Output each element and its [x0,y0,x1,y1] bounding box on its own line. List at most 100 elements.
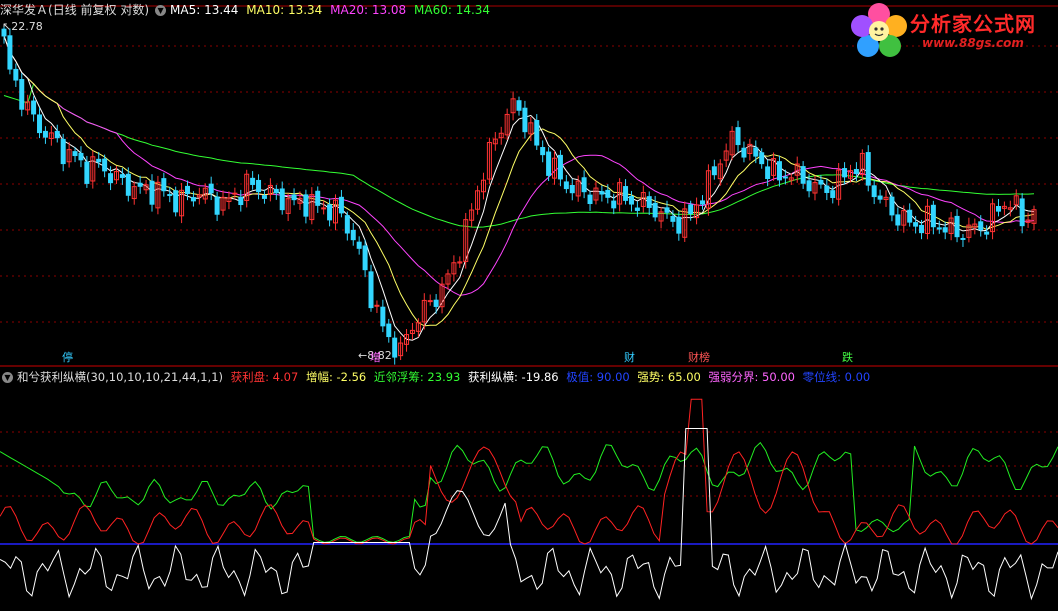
event-marker-halt[interactable]: 停 [60,351,75,365]
candle-body [557,154,563,180]
candle-body [942,227,948,233]
candle-body [31,100,37,115]
candle-body [818,179,824,185]
ma5-line [3,35,1035,341]
candle-body [676,216,682,234]
event-marker-finance[interactable]: 财 [622,351,637,365]
candle-body [984,231,990,235]
candle-body [214,196,220,215]
candle-body [889,196,895,216]
indicator-red-line [0,398,1058,545]
peak-value: 极值: 90.00 [566,370,630,384]
event-marker-drop[interactable]: 跌 [840,351,855,365]
candle-body [741,147,747,158]
indicator-dropdown-icon[interactable]: ▼ [2,372,13,383]
float-value: 近邻浮筹: 23.93 [373,370,461,384]
candle-body [356,241,362,249]
candle-body [711,166,717,176]
candle-body [392,337,398,358]
flower-logo-icon [851,3,907,57]
candle-body [102,158,108,172]
candle-body [688,204,694,215]
candle-body [540,147,546,156]
candle-body [759,152,765,165]
candle-body [646,196,652,208]
stock-name: 深华发Ａ [0,3,49,17]
candle-body [119,174,125,178]
candle-body [634,207,640,211]
candle-body [842,168,848,178]
candle-body [830,190,836,198]
ma20-path [3,35,1035,296]
candle-body [623,186,629,201]
candle-body [161,178,167,192]
high-price-label: ↖22.78 [2,20,43,33]
candle-body [960,237,966,240]
candle-body [516,100,522,111]
candle-body [250,177,256,185]
candle-body [806,180,812,192]
candle-body [581,177,587,193]
dropdown-icon[interactable]: ▼ [155,5,167,16]
candle-body [776,161,782,181]
candle-body [913,222,919,227]
logo-url: www.88gs.com [922,36,1024,50]
candle-body [1019,198,1025,227]
candle-body [19,79,25,110]
candle-body [42,130,48,138]
candle-body [865,152,871,186]
candle-body [735,127,741,146]
candle-body [652,202,658,218]
candle-body [919,224,925,234]
candle-body [782,176,788,179]
candle-body [185,185,191,195]
ma5-path [3,35,1035,341]
candle-body [605,189,611,198]
candle-body [628,195,634,205]
candle-body [871,185,877,198]
candle-body [238,196,244,206]
candle-body [522,107,528,133]
candle-body [386,323,392,338]
ma60-value: MA60: 14.34 [414,3,491,17]
boundary-value: 强弱分界: 50.00 [708,370,795,384]
candle-body [256,179,262,193]
candle-body [563,181,569,190]
site-logo: 分析家公式网 www.88gs.com [850,2,1050,60]
red-path [0,398,1058,545]
candle-body [54,130,60,139]
candle-body [350,229,356,241]
event-marker-increase[interactable]: 增 [368,351,383,365]
logo-title: 分析家公式网 [910,12,1036,36]
candle-body [936,227,942,230]
candle-body [380,306,386,327]
ma5-value: MA5: 13.44 [170,3,239,17]
candle-body [611,200,617,209]
candle-body [344,215,350,234]
candle-body [84,161,90,184]
candle-body [273,188,279,194]
candle-body [338,196,344,214]
indicator-name: 和兮获利纵横(30,10,10,10,21,44,1,1) [17,370,223,384]
event-marker-finance-list[interactable]: 财榜 [686,351,712,365]
candle-body [534,120,540,146]
candle-body [137,182,143,187]
candle-body [60,138,66,165]
candle-body [37,114,43,134]
candle-body [978,221,984,231]
candle-body [664,207,670,213]
candlestick-series [1,25,1037,365]
candle-body [753,147,759,157]
candle-body [96,158,102,163]
candle-body [7,35,13,70]
ma10-value: MA10: 13.34 [246,3,323,17]
green-path [0,441,1058,543]
candle-body [877,195,883,200]
indicator-green-line [0,441,1058,543]
candle-body [995,206,1001,212]
candle-body [427,300,433,303]
candle-body [208,183,214,194]
strength-value: 强势: 65.00 [637,370,701,384]
candle-body [362,245,368,271]
main-chart-header: 深华发Ａ(日线 前复权 对数) ▼ MA5: 13.44 MA10: 13.34 M… [0,1,494,19]
